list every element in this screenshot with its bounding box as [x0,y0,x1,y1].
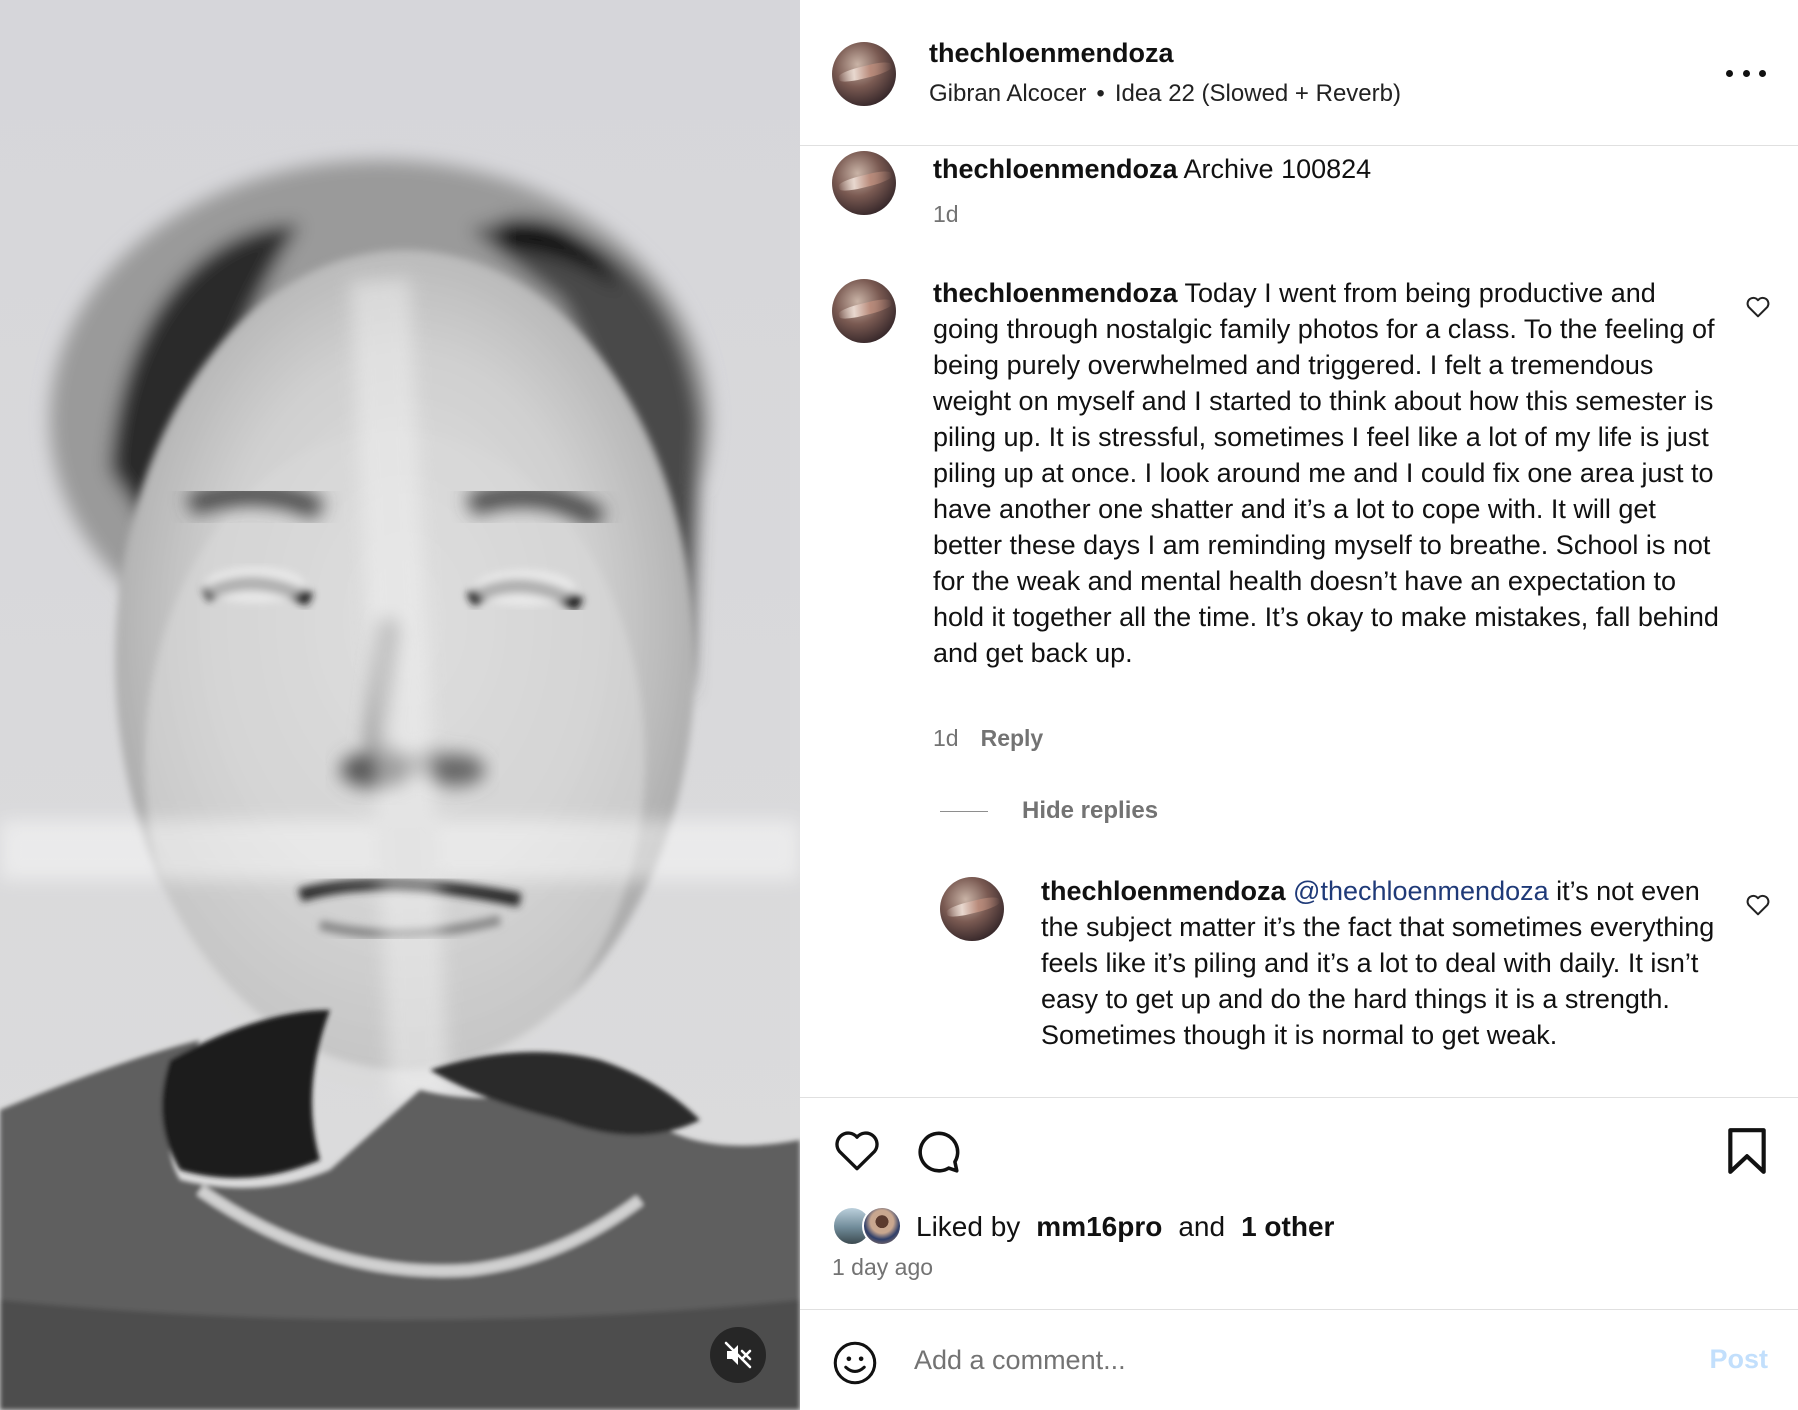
hide-replies-label: Hide replies [1022,797,1159,824]
post-timestamp[interactable]: 1 day ago [832,1254,933,1281]
replies-divider-line [940,810,988,812]
save-bookmark-icon[interactable] [1724,1126,1770,1176]
likes-summary[interactable]: Liked by mm16pro and 1 other [832,1206,1334,1248]
liker-avatar [862,1206,902,1246]
reply-item: thechloenmendoza @thechloenmendoza it’s … [800,873,1798,1097]
caption-username[interactable]: thechloenmendoza [933,154,1178,184]
reply-button[interactable]: Reply [981,725,1044,751]
reply-text: thechloenmendoza @thechloenmendoza it’s … [1041,873,1731,1053]
audio-track[interactable]: Idea 22 (Slowed + Reverb) [1115,80,1401,107]
other-likers-link[interactable]: 1 other [1241,1211,1334,1243]
liked-by-conjunction: and [1178,1211,1226,1242]
post-header: thechloenmendoza Gibran Alcocer • Idea 22 … [800,0,1798,146]
comment-item: thechloenmendoza Today I went from being… [800,275,1798,795]
hide-replies-button[interactable]: Hide replies [940,797,1158,825]
more-dot-icon [1759,69,1766,77]
comment-body: Today I went from being productive and g… [933,278,1719,668]
audio-attribution[interactable]: Gibran Alcocer • Idea 22 (Slowed + Reverb) [929,80,1401,108]
reply-mention-link[interactable]: @thechloenmendoza [1293,876,1549,906]
comments-list[interactable]: thechloenmendoza Archive 100824 1d thech… [800,147,1798,1097]
post-video[interactable] [0,0,800,1410]
author-username[interactable]: thechloenmendoza [929,38,1174,69]
post-comment-button[interactable]: Post [1709,1344,1768,1375]
liked-by-prefix: Liked by [916,1211,1021,1242]
audio-artist[interactable]: Gibran Alcocer [929,80,1086,107]
audio-separator: • [1096,80,1105,107]
more-dot-icon [1726,69,1733,77]
comment-username[interactable]: thechloenmendoza [933,278,1178,308]
like-reply-heart-icon[interactable] [1744,891,1772,919]
post-details-panel: thechloenmendoza Gibran Alcocer • Idea 22 … [800,0,1798,1410]
liker-avatars [832,1206,906,1248]
caption-text: thechloenmendoza Archive 100824 [933,151,1733,187]
mute-toggle-button[interactable] [710,1327,766,1383]
video-frame-face [0,0,800,1410]
caption-time: 1d [933,201,959,227]
comment-composer: Post [800,1309,1798,1410]
comment-bubble-icon[interactable] [912,1126,962,1176]
first-liker-link[interactable]: mm16pro [1036,1211,1162,1243]
post-actions-bar [800,1097,1798,1309]
caption-avatar[interactable] [832,151,896,215]
reply-avatar[interactable] [940,877,1004,941]
comment-time: 1d [933,725,959,751]
like-comment-heart-icon[interactable] [1744,293,1772,321]
more-dot-icon [1742,69,1750,77]
comment-avatar[interactable] [832,279,896,343]
muted-speaker-icon [724,1341,752,1369]
caption-body: Archive 100824 [1177,154,1372,184]
reply-username[interactable]: thechloenmendoza [1041,876,1286,906]
comment-text: thechloenmendoza Today I went from being… [933,275,1723,671]
like-heart-icon[interactable] [832,1126,882,1176]
more-options-button[interactable] [1726,58,1766,88]
comment-meta: 1d Reply [933,725,1043,752]
emoji-picker-icon[interactable] [832,1340,878,1386]
post-caption: thechloenmendoza Archive 100824 1d [800,147,1798,247]
comment-input[interactable] [912,1334,1616,1386]
author-avatar[interactable] [832,42,896,106]
